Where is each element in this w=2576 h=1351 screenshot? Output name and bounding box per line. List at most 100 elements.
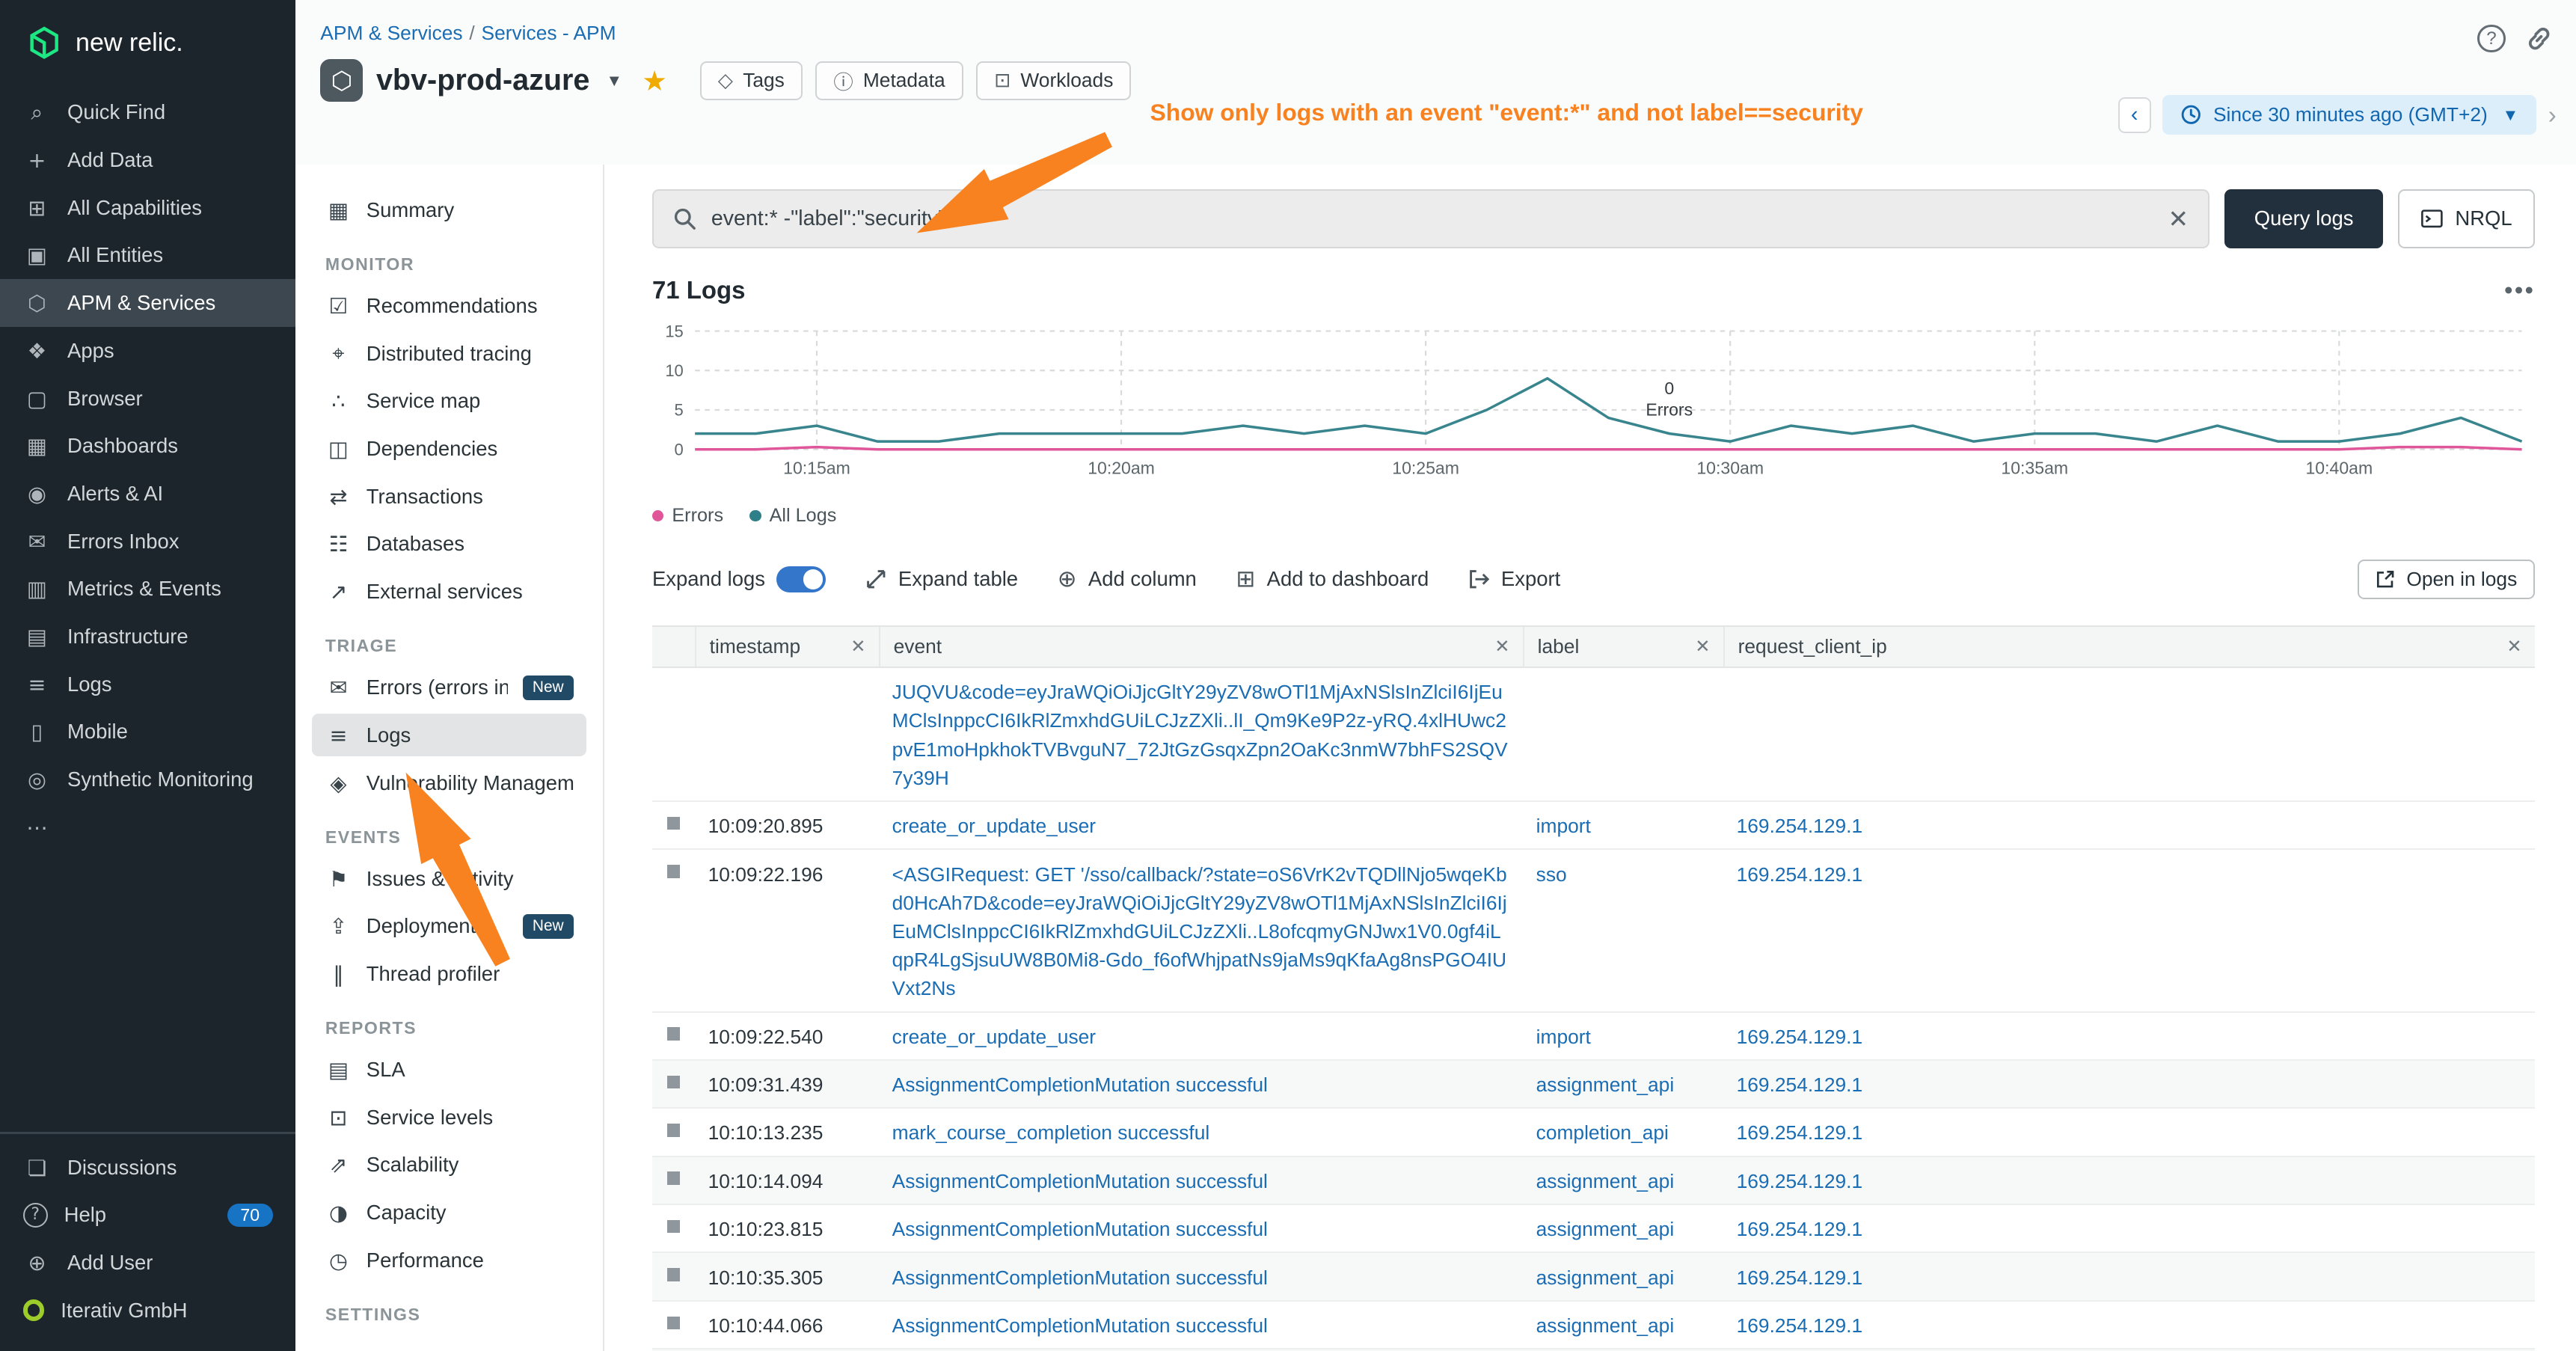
log-event-link[interactable]: AssignmentCompletionMutation successful [892, 1218, 1268, 1240]
log-ip-link[interactable]: 169.254.129.1 [1737, 1121, 1862, 1144]
log-label-link[interactable]: assignment_api [1536, 1073, 1675, 1096]
remove-column-icon[interactable]: ✕ [2506, 636, 2521, 658]
entity-nav-item-external-services[interactable]: ↗ External services [312, 571, 586, 613]
table-row[interactable]: 10:09:31.439 AssignmentCompletionMutatio… [652, 1061, 2535, 1109]
entity-nav-item-thread-profiler[interactable]: ‖ Thread profiler [312, 952, 586, 995]
entity-nav-item-transactions[interactable]: ⇄ Transactions [312, 475, 586, 518]
log-label-link[interactable]: assignment_api [1536, 1314, 1675, 1337]
table-row[interactable]: 10:10:14.094 AssignmentCompletionMutatio… [652, 1157, 2535, 1205]
entity-nav-item-summary[interactable]: ▦ Summary [312, 189, 586, 232]
table-row[interactable]: JUQVU&code=eyJraWQiOiJjcGltY29yZV8wOTl1M… [652, 668, 2535, 802]
export-button[interactable]: Export [1468, 567, 1560, 591]
time-forward-icon[interactable]: › [2548, 101, 2557, 129]
column-header-request-client-ip[interactable]: request_client_ip ✕ [1723, 627, 2535, 667]
global-nav-item-infrastructure[interactable]: ▤ Infrastructure [0, 613, 295, 661]
table-row[interactable]: 10:09:22.196 <ASGIRequest: GET '/sso/cal… [652, 850, 2535, 1012]
workloads-button[interactable]: ⊡ Workloads [976, 61, 1131, 101]
entity-nav-item-recommendations[interactable]: ☑ Recommendations [312, 285, 586, 328]
global-nav-item-mobile[interactable]: ▯ Mobile [0, 708, 295, 756]
entity-name[interactable]: vbv-prod-azure [376, 64, 589, 97]
global-footer-item-add-user[interactable]: ⊕ Add User [0, 1239, 295, 1287]
log-label-link[interactable]: assignment_api [1536, 1170, 1675, 1192]
row-checkbox[interactable] [667, 1171, 681, 1185]
global-nav-item-all-capabilities[interactable]: ⊞ All Capabilities [0, 184, 295, 232]
log-event-link[interactable]: AssignmentCompletionMutation successful [892, 1314, 1268, 1337]
row-checkbox[interactable] [667, 1027, 681, 1041]
legend-all-logs[interactable]: All Logs [749, 505, 836, 527]
logs-volume-chart[interactable]: 05101510:15am10:20am10:25am10:30am10:35a… [652, 318, 2535, 489]
log-label-link[interactable]: assignment_api [1536, 1266, 1675, 1289]
global-nav-item-more[interactable]: ⋯ [0, 803, 295, 851]
entity-nav-item-errors-errors-inb[interactable]: ✉ Errors (errors inb... New [312, 667, 586, 709]
column-header-timestamp[interactable]: timestamp ✕ [695, 627, 879, 667]
log-event-link[interactable]: JUQVU&code=eyJraWQiOiJjcGltY29yZV8wOTl1M… [892, 681, 1508, 789]
column-header-event[interactable]: event ✕ [879, 627, 1523, 667]
global-footer-item-discussions[interactable]: ❏ Discussions [0, 1144, 295, 1192]
log-event-link[interactable]: create_or_update_user [892, 1026, 1096, 1048]
nrql-button[interactable]: NRQL [2398, 189, 2535, 248]
table-row[interactable]: 10:10:13.235 mark_course_completion succ… [652, 1109, 2535, 1157]
permalink-icon[interactable] [2525, 25, 2553, 52]
logs-query-input[interactable]: event:* -"label":"security" ✕ [652, 189, 2209, 248]
entity-nav-item-service-map[interactable]: ∴ Service map [312, 380, 586, 423]
log-label-link[interactable]: import [1536, 1026, 1591, 1048]
table-row[interactable]: 10:10:23.815 AssignmentCompletionMutatio… [652, 1205, 2535, 1253]
breadcrumb-apm-services[interactable]: APM & Services [320, 22, 462, 44]
entity-dropdown-caret-icon[interactable]: ▼ [606, 71, 622, 91]
global-nav-item-alerts-ai[interactable]: ◉ Alerts & AI [0, 470, 295, 518]
entity-nav-item-scalability[interactable]: ⇗ Scalability [312, 1144, 586, 1186]
log-ip-link[interactable]: 169.254.129.1 [1737, 863, 1862, 886]
log-ip-link[interactable]: 169.254.129.1 [1737, 1266, 1862, 1289]
log-label-link[interactable]: import [1536, 815, 1591, 837]
global-footer-item-iterativ-gmbh[interactable]: Iterativ GmbH [0, 1287, 295, 1335]
log-label-link[interactable]: assignment_api [1536, 1218, 1675, 1240]
log-event-link[interactable]: create_or_update_user [892, 815, 1096, 837]
log-event-link[interactable]: mark_course_completion successful [892, 1121, 1210, 1144]
row-checkbox[interactable] [667, 1220, 681, 1234]
global-nav-item-add-data[interactable]: + Add Data [0, 136, 295, 184]
remove-column-icon[interactable]: ✕ [850, 636, 865, 658]
table-row[interactable]: 10:10:35.305 AssignmentCompletionMutatio… [652, 1253, 2535, 1301]
more-options-icon[interactable]: ••• [2504, 276, 2535, 304]
log-event-link[interactable]: AssignmentCompletionMutation successful [892, 1073, 1268, 1096]
query-logs-button[interactable]: Query logs [2224, 189, 2383, 248]
entity-nav-item-databases[interactable]: ☷ Databases [312, 523, 586, 566]
tags-button[interactable]: ◇ Tags [700, 61, 803, 101]
row-checkbox[interactable] [667, 1317, 681, 1330]
log-event-link[interactable]: AssignmentCompletionMutation successful [892, 1266, 1268, 1289]
column-header-label[interactable]: label ✕ [1523, 627, 1723, 667]
add-to-dashboard-button[interactable]: ⊞ Add to dashboard [1236, 566, 1429, 592]
entity-nav-item-distributed-tracing[interactable]: ⌖ Distributed tracing [312, 332, 586, 375]
global-nav-item-metrics-events[interactable]: ▥ Metrics & Events [0, 565, 295, 613]
table-row[interactable]: 10:10:44.066 AssignmentCompletionMutatio… [652, 1302, 2535, 1350]
log-label-link[interactable]: completion_api [1536, 1121, 1669, 1144]
global-nav-item-browser[interactable]: ▢ Browser [0, 375, 295, 423]
help-icon[interactable]: ? [2477, 25, 2505, 52]
logs-chart-svg[interactable]: 05101510:15am10:20am10:25am10:30am10:35a… [652, 318, 2535, 482]
clear-query-icon[interactable]: ✕ [2168, 204, 2189, 233]
breadcrumb-services-apm[interactable]: Services - APM [482, 22, 616, 44]
log-event-link[interactable]: <ASGIRequest: GET '/sso/callback/?state=… [892, 863, 1507, 1000]
remove-column-icon[interactable]: ✕ [1695, 636, 1710, 658]
entity-nav-item-vulnerability-management[interactable]: ◈ Vulnerability Management [312, 762, 586, 804]
log-ip-link[interactable]: 169.254.129.1 [1737, 1026, 1862, 1048]
global-nav-item-errors-inbox[interactable]: ✉ Errors Inbox [0, 518, 295, 566]
log-ip-link[interactable]: 169.254.129.1 [1737, 815, 1862, 837]
global-nav-item-dashboards[interactable]: ▦ Dashboards [0, 422, 295, 470]
add-column-button[interactable]: ⊕ Add column [1058, 566, 1197, 592]
entity-nav-item-sla[interactable]: ▤ SLA [312, 1048, 586, 1091]
legend-errors[interactable]: Errors [652, 505, 723, 527]
entity-nav-item-capacity[interactable]: ◑ Capacity [312, 1191, 586, 1234]
entity-nav-item-service-levels[interactable]: ⊡ Service levels [312, 1096, 586, 1139]
log-ip-link[interactable]: 169.254.129.1 [1737, 1314, 1862, 1337]
global-nav-item-apm-services[interactable]: ⬡ APM & Services [0, 279, 295, 327]
time-range-button[interactable]: Since 30 minutes ago (GMT+2) ▼ [2162, 95, 2537, 135]
global-nav-item-all-entities[interactable]: ▣ All Entities [0, 232, 295, 280]
entity-nav-item-deployments[interactable]: ⇪ Deployments New [312, 905, 586, 948]
expand-logs-toggle-item[interactable]: Expand logs [652, 566, 826, 592]
log-label-link[interactable]: sso [1536, 863, 1567, 886]
global-nav-item-logs[interactable]: ≡ Logs [0, 661, 295, 708]
expand-table-button[interactable]: Expand table [865, 567, 1018, 591]
entity-nav-item-dependencies[interactable]: ◫ Dependencies [312, 428, 586, 471]
row-checkbox[interactable] [667, 1124, 681, 1137]
